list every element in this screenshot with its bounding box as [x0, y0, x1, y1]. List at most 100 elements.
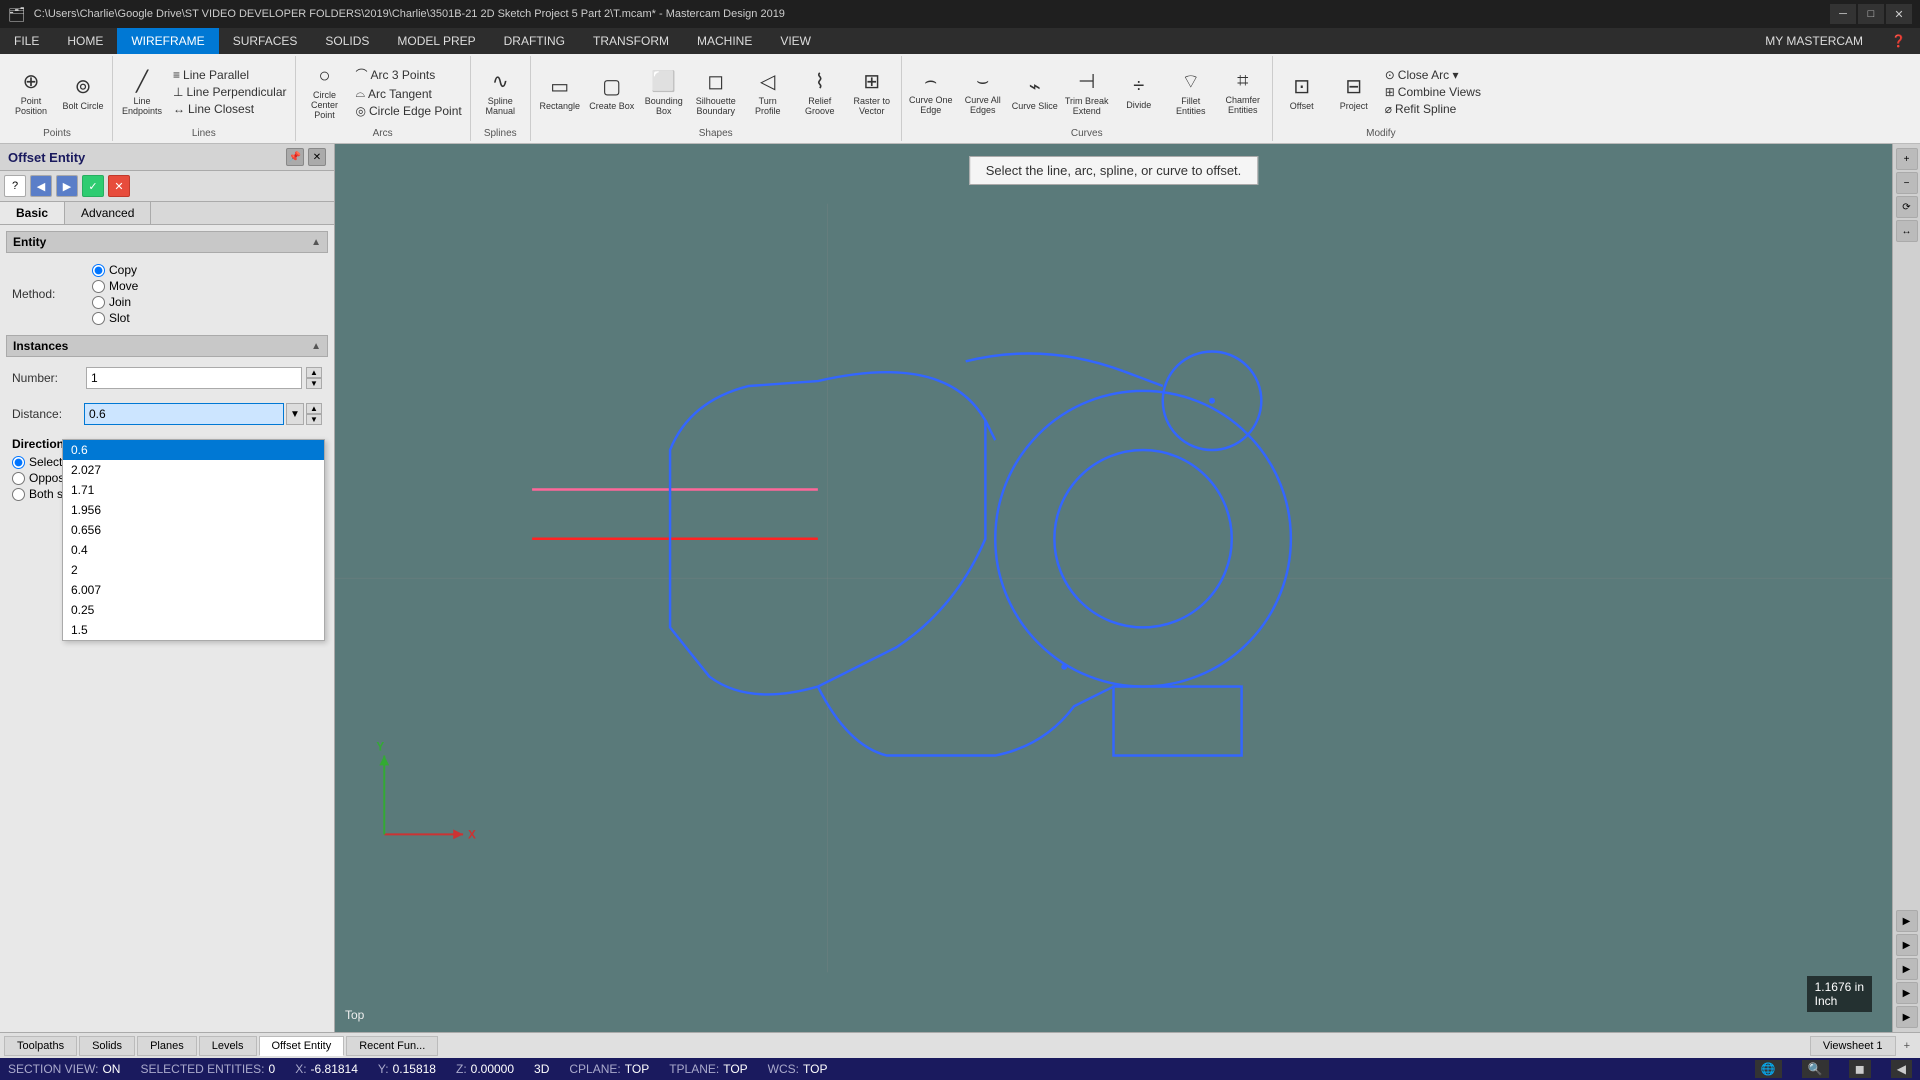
menu-wireframe[interactable]: WIREFRAME: [117, 28, 218, 54]
method-join-option[interactable]: Join: [92, 295, 138, 309]
refit-spline-button[interactable]: ⌀ Refit Spline: [1381, 101, 1485, 117]
tab-offset-entity[interactable]: Offset Entity: [259, 1036, 345, 1056]
menu-surfaces[interactable]: SURFACES: [219, 28, 312, 54]
circle-edge-point-button[interactable]: ◎ Circle Edge Point: [352, 103, 466, 119]
method-join-radio[interactable]: [92, 296, 105, 309]
menu-view[interactable]: VIEW: [766, 28, 825, 54]
tab-advanced[interactable]: Advanced: [65, 202, 151, 224]
combine-views-button[interactable]: ⊞ Combine Views: [1381, 84, 1485, 100]
canvas-area[interactable]: Select the line, arc, spline, or curve t…: [335, 144, 1892, 1032]
dropdown-item-7[interactable]: 6.007: [63, 580, 324, 600]
bounding-box-button[interactable]: ⬜ Bounding Box: [639, 63, 689, 121]
relief-groove-button[interactable]: ⌇ Relief Groove: [795, 63, 845, 121]
dropdown-item-9[interactable]: 1.5: [63, 620, 324, 640]
method-slot-radio[interactable]: [92, 312, 105, 325]
distance-down-button[interactable]: ▼: [306, 414, 322, 425]
method-copy-radio[interactable]: [92, 264, 105, 277]
maximize-button[interactable]: □: [1858, 4, 1884, 24]
dropdown-item-1[interactable]: 2.027: [63, 460, 324, 480]
curve-slice-button[interactable]: ⌁ Curve Slice: [1010, 63, 1060, 121]
status-view-button[interactable]: ◼: [1849, 1060, 1871, 1078]
panel-cancel-button[interactable]: ✕: [108, 175, 130, 197]
menu-transform[interactable]: TRANSFORM: [579, 28, 683, 54]
tab-planes[interactable]: Planes: [137, 1036, 197, 1056]
menu-machine[interactable]: MACHINE: [683, 28, 766, 54]
tab-toolpaths[interactable]: Toolpaths: [4, 1036, 77, 1056]
line-endpoints-button[interactable]: ╱ Line Endpoints: [117, 63, 167, 121]
method-copy-option[interactable]: Copy: [92, 263, 138, 277]
offset-button[interactable]: ⊡ Offset: [1277, 63, 1327, 121]
trim-break-extend-button[interactable]: ⊣ Trim Break Extend: [1062, 63, 1112, 121]
dropdown-item-5[interactable]: 0.4: [63, 540, 324, 560]
curve-all-edges-button[interactable]: ⌣ Curve All Edges: [958, 63, 1008, 121]
arc-tangent-button[interactable]: ⌓ Arc Tangent: [352, 85, 466, 102]
number-down-button[interactable]: ▼: [306, 378, 322, 389]
turn-profile-button[interactable]: ◁ Turn Profile: [743, 63, 793, 121]
panel-help-button[interactable]: ?: [4, 175, 26, 197]
status-expand-button[interactable]: ◀: [1891, 1060, 1912, 1078]
project-button[interactable]: ⊟ Project: [1329, 63, 1379, 121]
bolt-circle-button[interactable]: ⊚ Bolt Circle: [58, 63, 108, 121]
menu-home[interactable]: HOME: [53, 28, 117, 54]
circle-center-point-button[interactable]: ○ Circle Center Point: [300, 63, 350, 121]
method-move-option[interactable]: Move: [92, 279, 138, 293]
right-btn-1[interactable]: +: [1896, 148, 1918, 170]
direction-opposite-radio[interactable]: [12, 472, 25, 485]
menu-solids[interactable]: SOLIDS: [311, 28, 383, 54]
close-button[interactable]: ✕: [1886, 4, 1912, 24]
point-position-button[interactable]: ⊕ Point Position: [6, 63, 56, 121]
menu-drafting[interactable]: DRAFTING: [490, 28, 579, 54]
add-viewsheet-button[interactable]: +: [1898, 1037, 1916, 1055]
viewsheet-tab[interactable]: Viewsheet 1: [1810, 1036, 1896, 1056]
close-arc-button[interactable]: ⊙ Close Arc ▾: [1381, 67, 1485, 83]
direction-selected-radio[interactable]: [12, 456, 25, 469]
panel-nav-next-button[interactable]: ▶: [56, 175, 78, 197]
line-closest-button[interactable]: ↔ Line Closest: [169, 101, 291, 117]
right-btn-4[interactable]: ↔: [1896, 220, 1918, 242]
arc-3-points-button[interactable]: ⌒ Arc 3 Points: [352, 65, 466, 84]
tab-recent-fun[interactable]: Recent Fun...: [346, 1036, 438, 1056]
dropdown-item-4[interactable]: 0.656: [63, 520, 324, 540]
tab-levels[interactable]: Levels: [199, 1036, 257, 1056]
distance-input[interactable]: [84, 403, 284, 425]
panel-close-button[interactable]: ✕: [308, 148, 326, 166]
right-btn-5[interactable]: ▶: [1896, 910, 1918, 932]
tab-basic[interactable]: Basic: [0, 202, 65, 224]
dropdown-item-0[interactable]: 0.6: [63, 440, 324, 460]
spline-manual-button[interactable]: ∿ Spline Manual: [475, 63, 525, 121]
panel-pin-button[interactable]: 📌: [286, 148, 304, 166]
line-parallel-button[interactable]: ≡ Line Parallel: [169, 67, 291, 83]
create-box-button[interactable]: ▢ Create Box: [587, 63, 637, 121]
menu-model-prep[interactable]: MODEL PREP: [383, 28, 489, 54]
dropdown-item-2[interactable]: 1.71: [63, 480, 324, 500]
menu-file[interactable]: FILE: [0, 28, 53, 54]
direction-both-radio[interactable]: [12, 488, 25, 501]
help-icon[interactable]: ❓: [1877, 28, 1920, 54]
curve-one-edge-button[interactable]: ⌢ Curve One Edge: [906, 63, 956, 121]
instances-section-header[interactable]: Instances ▲: [6, 335, 328, 357]
rectangle-button[interactable]: ▭ Rectangle: [535, 63, 585, 121]
right-btn-9[interactable]: ▶: [1896, 1006, 1918, 1028]
line-perpendicular-button[interactable]: ⊥ Line Perpendicular: [169, 84, 291, 100]
right-btn-6[interactable]: ▶: [1896, 934, 1918, 956]
right-btn-3[interactable]: ⟳: [1896, 196, 1918, 218]
right-btn-7[interactable]: ▶: [1896, 958, 1918, 980]
status-zoom-button[interactable]: 🔍: [1802, 1060, 1829, 1078]
my-mastercam[interactable]: MY MASTERCAM: [1751, 28, 1877, 54]
raster-vector-button[interactable]: ⊞ Raster to Vector: [847, 63, 897, 121]
panel-nav-prev-button[interactable]: ◀: [30, 175, 52, 197]
method-slot-option[interactable]: Slot: [92, 311, 138, 325]
distance-up-button[interactable]: ▲: [306, 403, 322, 414]
panel-ok-button[interactable]: ✓: [82, 175, 104, 197]
number-up-button[interactable]: ▲: [306, 367, 322, 378]
dropdown-item-3[interactable]: 1.956: [63, 500, 324, 520]
divide-button[interactable]: ÷ Divide: [1114, 63, 1164, 121]
entity-section-header[interactable]: Entity ▲: [6, 231, 328, 253]
distance-dropdown-button[interactable]: ▼: [286, 403, 304, 425]
chamfer-entities-button[interactable]: ⌗ Chamfer Entities: [1218, 63, 1268, 121]
number-input[interactable]: [86, 367, 302, 389]
right-btn-2[interactable]: −: [1896, 172, 1918, 194]
right-btn-8[interactable]: ▶: [1896, 982, 1918, 1004]
minimize-button[interactable]: ─: [1830, 4, 1856, 24]
fillet-entities-button[interactable]: ⌔ Fillet Entities: [1166, 63, 1216, 121]
